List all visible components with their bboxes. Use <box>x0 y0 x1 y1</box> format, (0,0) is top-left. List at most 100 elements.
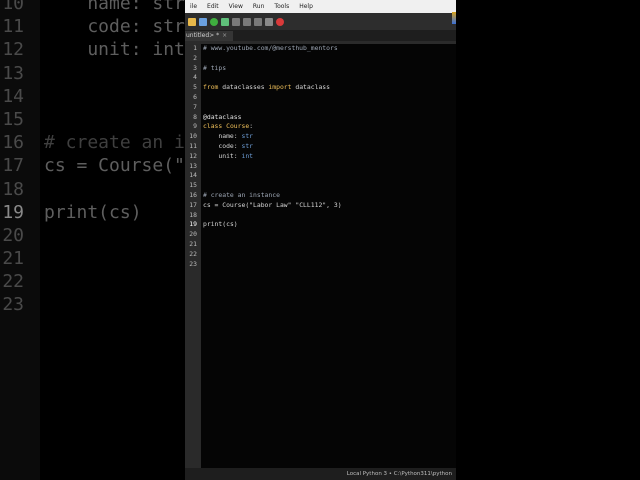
background-line-number: 16 <box>2 132 24 154</box>
background-code-line: name: str <box>44 0 185 14</box>
line-number: 6 <box>193 92 197 101</box>
code-line[interactable]: # create an instance <box>203 191 453 201</box>
background-line-number: 21 <box>2 248 24 270</box>
menu-tools[interactable]: Tools <box>269 3 294 10</box>
step-into-icon[interactable] <box>243 17 251 26</box>
code-token: from <box>203 83 219 92</box>
close-icon[interactable]: × <box>222 31 227 41</box>
code-line[interactable] <box>203 171 453 181</box>
code-line[interactable] <box>203 240 453 250</box>
code-line[interactable] <box>203 162 453 172</box>
line-number: 3 <box>193 63 197 72</box>
line-number: 10 <box>189 132 197 141</box>
background-code-zoom: name: str code: str unit: int # create an… <box>44 0 185 317</box>
line-number: 16 <box>189 190 197 199</box>
code-token: # www.youtube.com/@mersthub_mentors <box>203 44 338 52</box>
code-line[interactable]: class Course: <box>203 122 453 132</box>
background-code-line <box>44 247 185 270</box>
code-line[interactable] <box>203 54 453 64</box>
code-line[interactable]: from dataclasses import dataclass <box>203 83 453 93</box>
line-number: 9 <box>193 122 197 131</box>
code-editor[interactable]: 1 2 3 4 5 6 7 8 9 10 11 12 13 14 15 16 17 18 19 20 21 22 23 # … <box>185 44 456 468</box>
resume-icon[interactable] <box>265 17 273 26</box>
code-token: dataclass <box>291 83 330 92</box>
menu-view[interactable]: View <box>224 3 248 10</box>
stop-icon[interactable] <box>276 17 284 26</box>
editor-tab[interactable]: untitled> * × <box>185 31 234 41</box>
line-number: 18 <box>189 210 197 219</box>
background-line-number: 17 <box>2 155 24 177</box>
code-token: print <box>203 220 223 229</box>
line-number: 13 <box>189 161 197 170</box>
line-number: 23 <box>189 259 197 268</box>
code-line[interactable] <box>203 211 453 221</box>
debug-icon[interactable] <box>221 17 229 26</box>
line-number: 17 <box>189 200 197 209</box>
line-number: 21 <box>189 239 197 248</box>
code-token: int <box>241 151 254 160</box>
step-over-icon[interactable] <box>232 17 240 26</box>
menu-edit[interactable]: Edit <box>202 3 224 10</box>
background-line-number: 20 <box>2 224 24 246</box>
interpreter-status[interactable]: Local Python 3 • C:\Python311\python <box>347 471 452 477</box>
code-token: import <box>268 83 292 92</box>
code-area[interactable]: # www.youtube.com/@mersthub_mentors # tip… <box>203 44 453 269</box>
background-right-panel <box>456 0 640 480</box>
status-bar: Local Python 3 • C:\Python311\python <box>185 468 456 480</box>
code-line[interactable] <box>203 181 453 191</box>
line-number: 4 <box>193 73 197 82</box>
background-line-number: 12 <box>2 39 24 61</box>
code-line[interactable] <box>203 93 453 103</box>
background-line-number: 18 <box>2 178 24 200</box>
code-line[interactable]: code: str <box>203 142 453 152</box>
code-token: cs = Course( <box>203 200 250 209</box>
code-line[interactable] <box>203 73 453 83</box>
menu-help[interactable]: Help <box>294 3 318 10</box>
line-number-gutter: 1 2 3 4 5 6 7 8 9 10 11 12 13 14 15 16 17 18 19 20 21 22 23 <box>185 44 201 468</box>
code-token: "CLL112" <box>295 200 327 209</box>
code-line[interactable]: # tips <box>203 64 453 74</box>
run-icon[interactable] <box>210 17 218 26</box>
background-line-number: 14 <box>2 85 24 107</box>
step-out-icon[interactable] <box>254 17 262 26</box>
background-code-line <box>44 224 185 247</box>
code-token: Course <box>226 122 250 131</box>
code-line[interactable] <box>203 103 453 113</box>
code-line[interactable]: # www.youtube.com/@mersthub_mentors <box>203 44 453 54</box>
code-token: ) <box>337 200 342 209</box>
line-number: 2 <box>193 53 197 62</box>
background-line-numbers: 10 11 12 13 14 15 16 17 18 19 20 21 22 23 <box>0 0 40 317</box>
background-code-line: cs = Course(" <box>44 155 185 177</box>
code-token: str <box>241 141 254 150</box>
code-line[interactable] <box>203 260 453 270</box>
code-token: dataclasses <box>218 83 269 92</box>
code-token: # tips <box>203 63 227 72</box>
code-token: (cs) <box>222 220 238 229</box>
code-line[interactable] <box>203 230 453 240</box>
code-token: class <box>203 122 223 131</box>
code-token: # create an instance <box>203 190 280 199</box>
code-token: code: <box>203 141 242 150</box>
menu-file[interactable]: ile <box>185 3 202 10</box>
background-code-line <box>44 62 185 85</box>
line-number: 14 <box>189 171 197 180</box>
code-line[interactable]: cs = Course("Labor Law" "CLL112", 3) <box>203 201 453 211</box>
code-token: unit: <box>203 151 242 160</box>
line-number: 20 <box>189 230 197 239</box>
save-icon[interactable] <box>199 17 207 26</box>
line-number: 1 <box>193 44 197 52</box>
code-line[interactable] <box>203 250 453 260</box>
code-line[interactable]: name: str <box>203 132 453 142</box>
code-line[interactable]: @dataclass <box>203 113 453 123</box>
code-line[interactable]: print(cs) <box>203 220 453 230</box>
menu-run[interactable]: Run <box>248 3 270 10</box>
background-line-number: 10 <box>2 0 24 14</box>
line-number: 19 <box>189 220 197 229</box>
background-code-line <box>44 178 185 201</box>
background-line-number: 11 <box>2 16 24 38</box>
background-code-line: # create an i <box>44 132 185 154</box>
code-line[interactable]: unit: int <box>203 152 453 162</box>
new-file-icon[interactable] <box>188 17 196 26</box>
background-code-line: print(cs) <box>44 201 142 223</box>
background-line-number: 19 <box>2 201 24 223</box>
